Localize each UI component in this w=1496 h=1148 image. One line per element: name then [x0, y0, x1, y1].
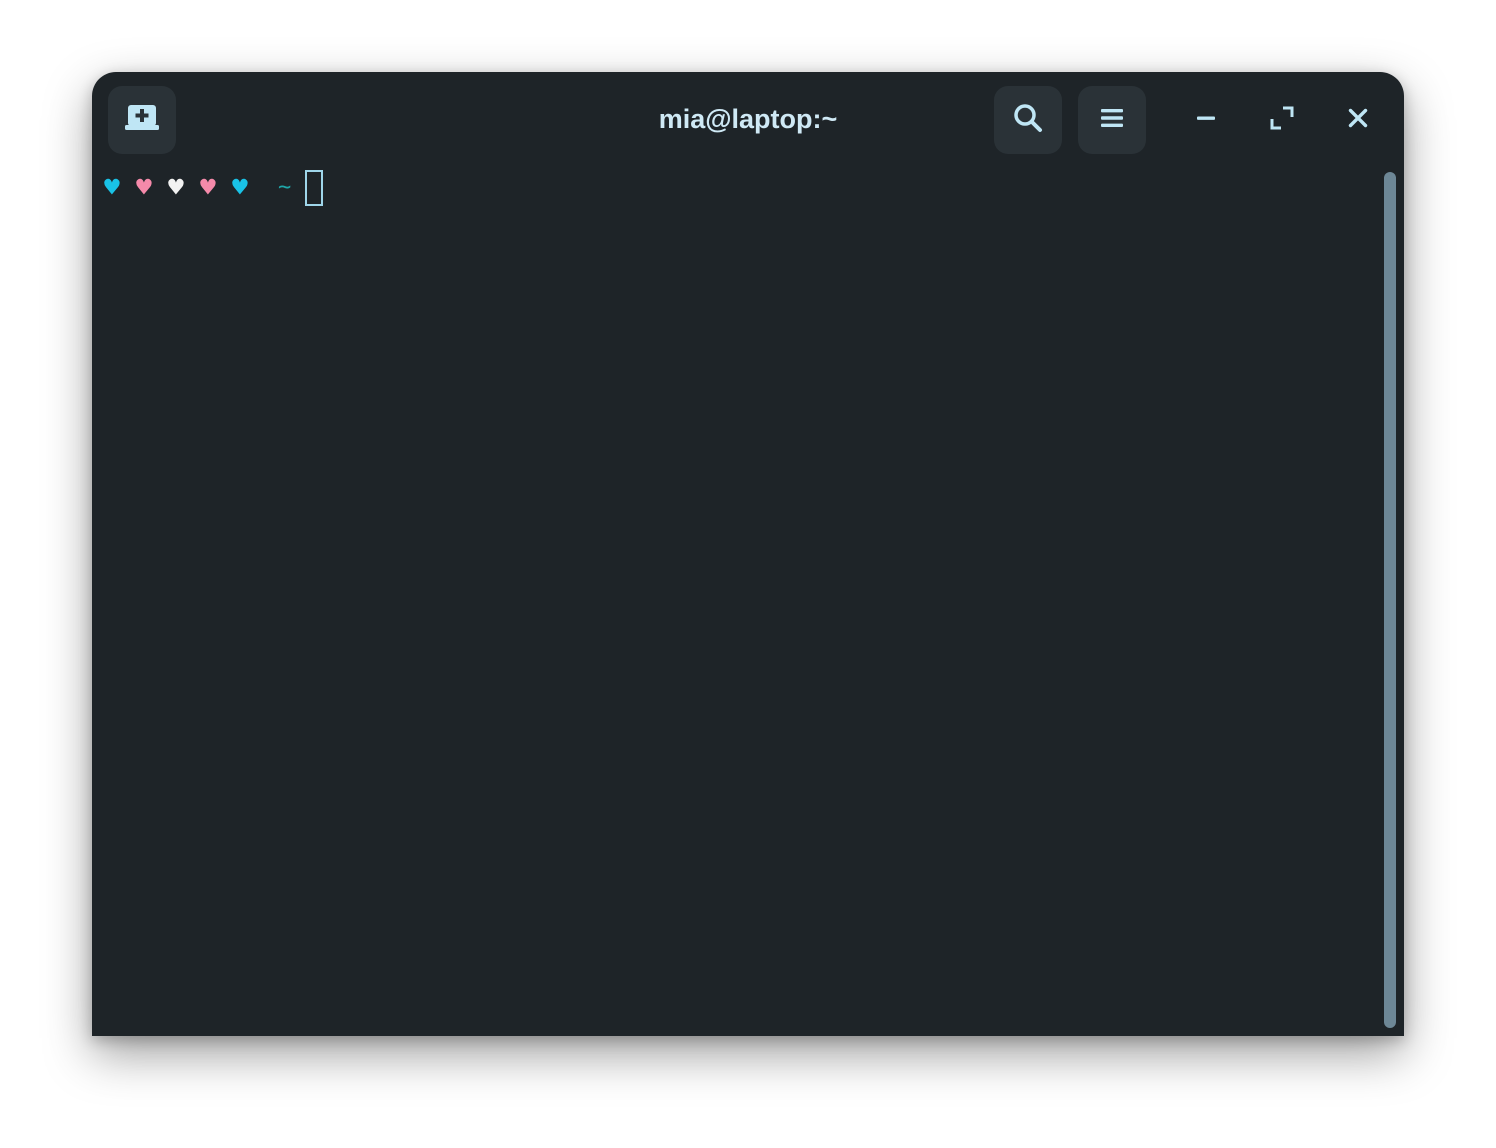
minimize-icon	[1196, 108, 1216, 133]
close-button[interactable]	[1334, 96, 1382, 144]
heart-icon: ♥	[232, 173, 248, 203]
new-tab-button[interactable]	[108, 86, 176, 154]
text-cursor	[305, 170, 324, 206]
maximize-icon	[1270, 106, 1294, 135]
header-bar: mia@laptop:~	[92, 72, 1404, 168]
heart-icon: ♥	[136, 173, 152, 203]
scrollbar[interactable]	[1384, 172, 1396, 1028]
heart-icon: ♥	[168, 173, 184, 203]
close-icon	[1348, 108, 1368, 133]
terminal-area[interactable]: ♥ ♥ ♥ ♥ ♥ ~	[92, 168, 1404, 1036]
current-directory: ~	[278, 175, 292, 200]
search-button[interactable]	[994, 86, 1062, 154]
window-title: mia@laptop:~	[658, 104, 838, 134]
shell-prompt: ♥ ♥ ♥ ♥ ♥ ~	[96, 168, 324, 208]
minimize-button[interactable]	[1182, 96, 1230, 144]
heart-icon: ♥	[104, 173, 120, 203]
hamburger-menu-icon	[1101, 107, 1123, 134]
terminal-window: mia@laptop:~ ♥ ♥ ♥ ♥ ♥ ~	[92, 72, 1404, 1036]
search-icon	[1013, 103, 1043, 138]
main-menu-button[interactable]	[1078, 86, 1146, 154]
heart-icon: ♥	[200, 173, 216, 203]
new-tab-icon	[125, 103, 159, 138]
maximize-button[interactable]	[1258, 96, 1306, 144]
